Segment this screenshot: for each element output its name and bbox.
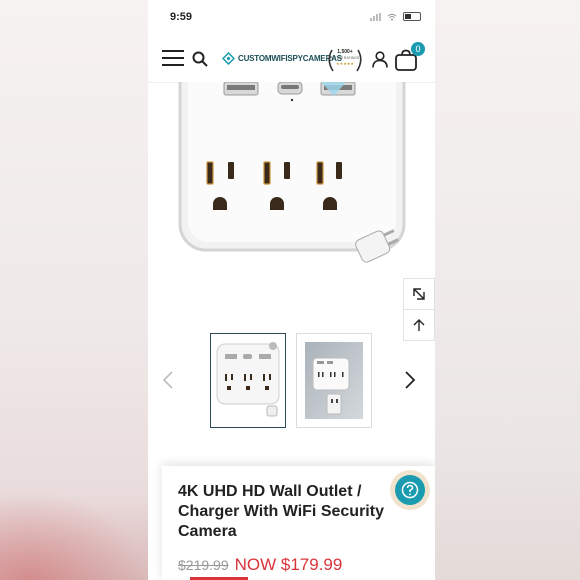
cart-count-badge[interactable]: 0 [411,42,425,56]
brand-logo[interactable]: CUSTOMWIFISPYCAMERAS [222,52,342,65]
phone-screen: 9:59 CUSTOMWIFISPYCAMERAS 1,500+ 5-STAR … [148,0,435,580]
thumbnail-2-image [305,342,363,419]
signal-icon [370,12,381,21]
arrow-up-icon [413,319,425,331]
thumbnail-1-image [216,342,280,417]
award-label: 5-STAR RATINGS [330,56,360,60]
product-title: 4K UHD HD Wall Outlet / Charger With WiF… [178,483,384,540]
status-bar: 9:59 [148,0,435,36]
search-icon[interactable] [192,51,208,67]
original-price: $219.99 [178,557,229,573]
site-header: CUSTOMWIFISPYCAMERAS 1,500+ 5-STAR RATIN… [148,40,435,83]
help-button-inner [395,475,425,505]
help-icon [401,481,419,499]
chevron-right-icon[interactable] [404,370,416,390]
status-time: 9:59 [170,11,193,23]
award-stars: ★★★★★ [336,61,354,66]
chevron-left-icon[interactable] [162,370,174,390]
award-count: 1,500+ [337,49,353,55]
product-main-image[interactable] [176,82,408,302]
background-blur-left [0,0,148,580]
sale-price: NOW $179.99 [234,555,343,574]
ratings-award-badge: 1,500+ 5-STAR RATINGS ★★★★★ [325,46,365,74]
product-info-card: 4K UHD HD Wall Outlet / Charger With WiF… [162,466,435,580]
status-icons [370,12,421,21]
battery-icon [403,12,421,21]
wifi-icon [387,13,397,21]
account-icon[interactable] [372,51,388,68]
menu-icon[interactable] [162,50,184,68]
background-blur-right [435,0,580,580]
expand-image-button[interactable] [403,278,435,310]
price-row: $219.99 NOW $179.99 [178,555,342,575]
scroll-top-button[interactable] [403,309,435,341]
expand-icon [413,288,425,300]
brand-logo-icon [222,52,235,65]
help-button[interactable] [390,470,430,510]
thumbnail-1[interactable] [210,333,286,428]
thumbnail-2[interactable] [296,333,372,428]
